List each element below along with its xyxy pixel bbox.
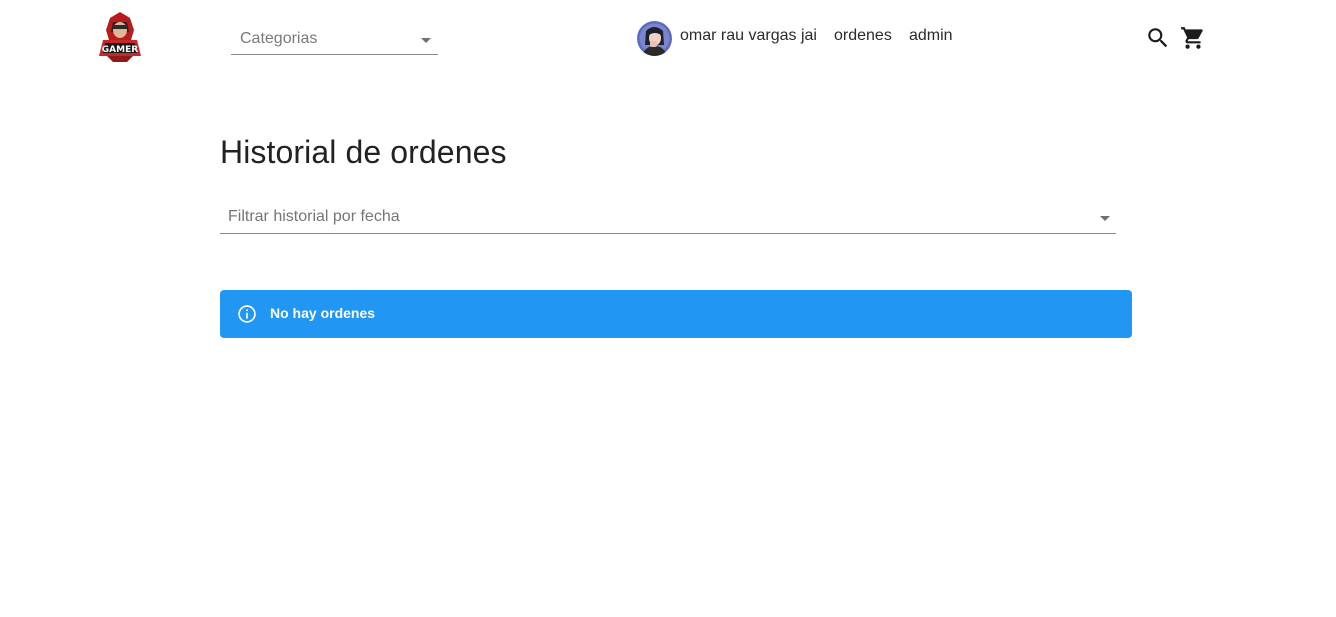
arrow-drop-down-icon	[421, 38, 431, 43]
gamer-logo-image: GAMER	[99, 12, 141, 62]
categories-select[interactable]: Categorias	[231, 24, 438, 55]
admin-link[interactable]: admin	[909, 27, 953, 45]
cart-button[interactable]	[1180, 25, 1206, 51]
categories-label: Categorias	[240, 30, 318, 47]
page-title: Historial de ordenes	[220, 134, 507, 170]
search-button[interactable]	[1145, 25, 1171, 51]
logo-text: GAMER	[102, 45, 138, 55]
shopping-cart-icon	[1181, 27, 1203, 49]
page: GAMER Categorias omar rau vargas jai ord…	[0, 0, 1336, 617]
info-icon	[238, 305, 256, 323]
orders-link[interactable]: ordenes	[834, 27, 892, 45]
user-avatar[interactable]	[637, 21, 672, 56]
search-icon	[1148, 28, 1168, 48]
avatar-image	[637, 21, 672, 56]
date-filter-label: Filtrar historial por fecha	[228, 208, 400, 225]
no-orders-alert: No hay ordenes	[220, 290, 1132, 338]
user-name-link[interactable]: omar rau vargas jai	[680, 27, 817, 45]
gamer-logo[interactable]: GAMER	[97, 10, 143, 64]
alert-message: No hay ordenes	[270, 305, 376, 321]
date-filter-select[interactable]: Filtrar historial por fecha	[220, 202, 1116, 234]
arrow-drop-down-icon	[1100, 216, 1110, 221]
